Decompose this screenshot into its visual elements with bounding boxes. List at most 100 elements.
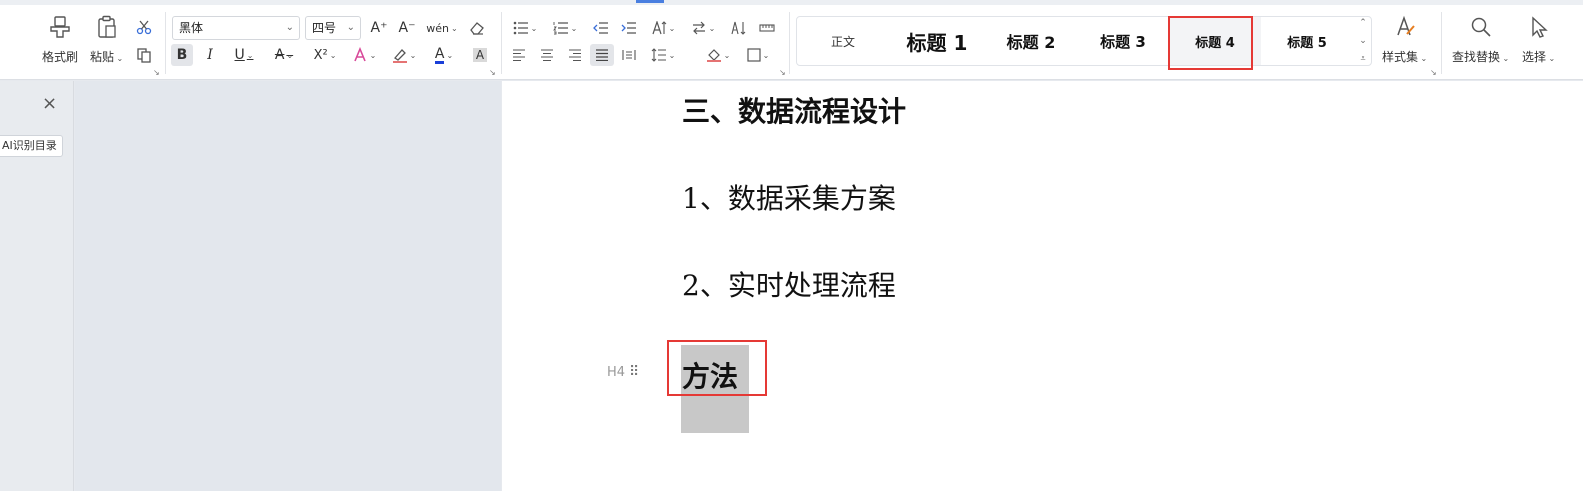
shrink-font-icon: A⁻ <box>398 20 416 36</box>
style-normal[interactable]: 正文 <box>797 17 889 65</box>
borders-button[interactable]: ⌄ <box>743 44 773 66</box>
active-tab-indicator <box>636 0 664 3</box>
outdent-icon <box>593 22 608 34</box>
font-size-value: 四号 <box>312 21 337 35</box>
highlighter-icon <box>392 49 407 63</box>
shading-button[interactable]: ⌄ <box>703 44 733 66</box>
drag-handle-icon[interactable]: ⠿ <box>629 364 639 380</box>
bullet-list-button[interactable]: ⌄ <box>510 17 540 39</box>
align-center-button[interactable] <box>536 44 558 66</box>
chevron-down-icon: ⌄ <box>762 50 770 60</box>
chevron-down-icon[interactable]: ⌄ <box>1359 36 1367 46</box>
bold-icon: B <box>176 47 188 63</box>
indent-icon <box>621 22 636 34</box>
font-size-select[interactable]: 四号 ⌄ <box>305 16 361 40</box>
close-icon[interactable]: × <box>42 93 57 114</box>
char-shading-icon: A <box>472 48 488 62</box>
text-effect-icon <box>353 47 366 62</box>
heading-item-1[interactable]: 1、数据采集方案 <box>682 177 896 217</box>
numbered-list-icon <box>552 22 568 35</box>
justify-button[interactable] <box>590 44 614 66</box>
find-replace-label: 查找替换 <box>1452 50 1501 64</box>
chevron-down-icon: ⌄ <box>723 50 731 60</box>
chevron-down-icon: ⌄ <box>668 23 676 33</box>
text-direction-icon <box>652 21 667 35</box>
cut-button[interactable] <box>133 16 155 38</box>
phonetic-guide-button[interactable]: wén ⌄ <box>426 17 458 39</box>
document-page[interactable] <box>502 81 1583 491</box>
find-replace-button[interactable]: 查找替换 ⌄ <box>1452 14 1509 65</box>
sort-az-icon <box>731 21 746 35</box>
copy-button[interactable] <box>133 44 155 66</box>
group-divider <box>789 12 790 74</box>
decrease-indent-button[interactable] <box>590 17 612 39</box>
chinese-layout-button[interactable] <box>728 17 750 39</box>
select-button[interactable]: 选择 ⌄ <box>1522 14 1555 65</box>
line-spacing-button[interactable]: ⌄ <box>648 44 678 66</box>
grow-font-button[interactable]: A⁺ <box>368 17 390 39</box>
italic-button[interactable]: I <box>199 44 221 66</box>
justify-icon <box>596 49 608 61</box>
align-right-button[interactable] <box>564 44 586 66</box>
shrink-font-button[interactable]: A⁻ <box>396 17 418 39</box>
bold-button[interactable]: B <box>171 44 193 66</box>
paragraph-launcher-icon[interactable]: ↘ <box>779 68 786 77</box>
phonetic-guide-icon: wén <box>426 21 450 35</box>
search-icon <box>1466 14 1496 40</box>
line-spacing-icon <box>651 48 666 62</box>
style-heading-3[interactable]: 标题 3 <box>1077 17 1169 65</box>
heading-section-3[interactable]: 三、数据流程设计 <box>682 90 906 130</box>
chevron-down-icon: ⌄ <box>114 54 124 63</box>
clipboard-launcher-icon[interactable]: ↘ <box>153 68 160 77</box>
swap-direction-icon <box>692 21 705 35</box>
chevron-down-icon: ⌄ <box>329 50 337 60</box>
chevron-down-icon: ⌄ <box>1546 54 1556 63</box>
chevron-down-icon: ⌄ <box>286 50 294 60</box>
style-gallery-scroll[interactable]: ⌃ ⌄ ⩡ <box>1356 18 1370 64</box>
font-launcher-icon[interactable]: ↘ <box>489 68 496 77</box>
style-heading-5[interactable]: 标题 5 <box>1261 17 1353 65</box>
distribute-button[interactable] <box>618 44 640 66</box>
ribbon-tab-strip <box>0 0 1583 5</box>
bullet-list-icon <box>513 21 528 35</box>
ai-toc-button[interactable]: AI识别目录 <box>0 135 63 157</box>
font-name-select[interactable]: 黑体 ⌄ <box>172 16 300 40</box>
group-divider <box>501 12 502 74</box>
styles-launcher-icon[interactable]: ↘ <box>1430 68 1437 77</box>
chevron-down-icon: ⌄ <box>346 22 355 33</box>
expand-more-icon[interactable]: ⩡ <box>1360 54 1365 64</box>
align-center-icon <box>541 49 553 61</box>
clear-format-button[interactable] <box>466 17 488 39</box>
numbered-list-button[interactable]: ⌄ <box>550 17 580 39</box>
underline-button[interactable]: U ⌄ <box>229 44 259 66</box>
sort-button[interactable]: ⌄ <box>688 17 718 39</box>
strikethrough-button[interactable]: A ⌄ <box>269 44 299 66</box>
chevron-down-icon: ⌄ <box>409 50 417 60</box>
superscript-button[interactable]: X² ⌄ <box>309 44 341 66</box>
distribute-icon <box>622 50 636 60</box>
char-shading-button[interactable]: A <box>469 44 491 66</box>
chevron-up-icon[interactable]: ⌃ <box>1359 18 1367 28</box>
style-heading-1[interactable]: 标题 1 <box>889 17 985 65</box>
text-direction-button[interactable]: ⌄ <box>648 17 678 39</box>
highlight-button[interactable]: ⌄ <box>389 44 419 66</box>
style-set-icon <box>1390 14 1420 40</box>
paste-button[interactable]: 粘贴 ⌄ <box>90 14 123 65</box>
text-effect-button[interactable]: ⌄ <box>349 44 379 66</box>
strikethrough-icon: A <box>274 47 285 63</box>
chevron-down-icon: ⌄ <box>1500 54 1510 63</box>
style-heading-2[interactable]: 标题 2 <box>985 17 1077 65</box>
align-left-button[interactable] <box>508 44 530 66</box>
show-marks-button[interactable] <box>756 17 778 39</box>
chevron-down-icon: ⌄ <box>530 23 538 33</box>
style-gallery: 正文 标题 1 标题 2 标题 3 标题 4 标题 5 <box>796 16 1372 66</box>
increase-indent-button[interactable] <box>618 17 640 39</box>
style-set-button[interactable]: 样式集 ⌄ <box>1382 14 1427 65</box>
grow-font-icon: A⁺ <box>370 20 388 36</box>
eraser-icon <box>470 22 484 35</box>
font-color-button[interactable]: A ⌄ <box>429 44 459 66</box>
format-painter-button[interactable]: 格式刷 <box>42 14 78 65</box>
heading-item-2[interactable]: 2、实时处理流程 <box>682 264 896 304</box>
format-painter-icon <box>45 14 75 40</box>
selected-text-highlight-box <box>667 340 767 396</box>
